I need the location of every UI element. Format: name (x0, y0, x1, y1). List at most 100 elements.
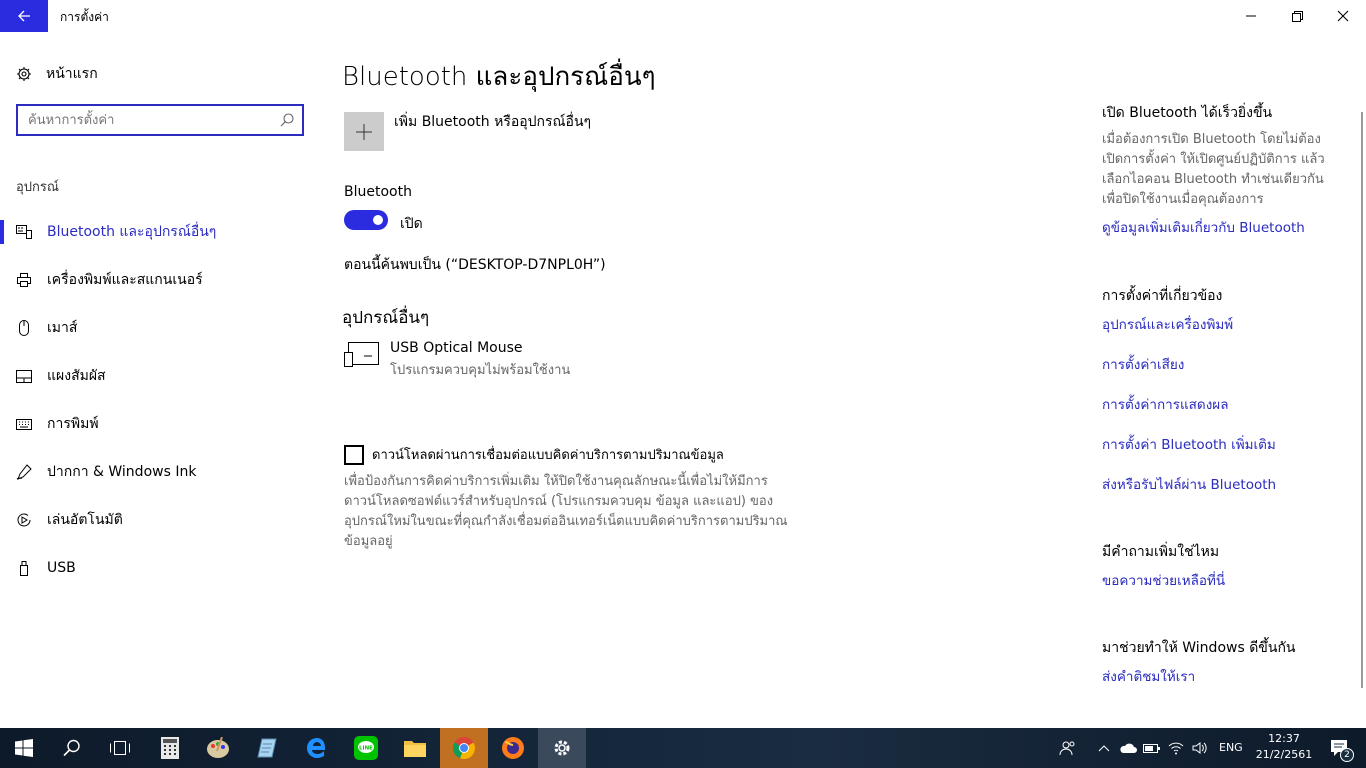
volume-tray[interactable] (1188, 728, 1212, 768)
line-chat-icon: LINE (354, 736, 378, 760)
sidebar-item-label: เล่นอัตโนมัติ (47, 512, 123, 528)
gear-icon (17, 67, 31, 81)
task-view-icon (110, 741, 130, 755)
battery-icon (1143, 744, 1160, 753)
touchpad-icon (16, 368, 32, 384)
task-view-button[interactable] (96, 728, 144, 768)
discoverable-text: ตอนนี้ค้นพบเป็น (“DESKTOP-D7NPL0H”) (344, 257, 606, 273)
start-button[interactable] (0, 728, 48, 768)
edge-browser-icon (307, 738, 325, 758)
back-button[interactable] (0, 0, 48, 32)
sidebar-item-label: แผงสัมผัส (47, 368, 106, 384)
metered-label: ดาวน์โหลดผ่านการเชื่อมต่อแบบคิดค่าบริการ… (372, 448, 724, 463)
sidebar-item-bluetooth[interactable]: Bluetooth และอุปกรณ์อื่นๆ (0, 208, 320, 256)
file-explorer-app[interactable] (391, 728, 439, 768)
quick-bluetooth-heading: เปิด Bluetooth ได้เร็วยิ่งขึ้น (1102, 105, 1273, 121)
language-indicator[interactable]: ENG (1219, 741, 1243, 754)
sidebar-item-autoplay[interactable]: เล่นอัตโนมัติ (0, 496, 320, 544)
wifi-icon (1168, 742, 1184, 755)
chrome-app[interactable] (440, 728, 488, 768)
restore-button[interactable] (1274, 0, 1320, 32)
give-feedback-link[interactable]: ส่งคำติชมให้เรา (1102, 665, 1195, 687)
folder-icon (404, 741, 426, 757)
quick-bluetooth-description: เมื่อต้องการเปิด Bluetooth โดยไม่ต้องเปิ… (1102, 132, 1325, 207)
add-device-label: เพิ่ม Bluetooth หรืออุปกรณ์อื่นๆ (394, 113, 592, 130)
sidebar-item-label: การพิมพ์ (47, 416, 99, 432)
home-link[interactable]: หน้าแรก (16, 62, 98, 86)
people-button[interactable] (1046, 728, 1090, 768)
search-input[interactable] (18, 106, 268, 134)
settings-app[interactable] (538, 728, 586, 768)
bluetooth-label: Bluetooth (344, 184, 412, 200)
plus-icon (344, 112, 384, 151)
speaker-icon (1192, 742, 1207, 754)
learn-more-link[interactable]: ดูข้อมูลเพิ่มเติมเกี่ยวกับ Bluetooth (1102, 216, 1305, 238)
device-status: โปรแกรมควบคุมไม่พร้อมใช้งาน (390, 363, 571, 378)
pen-icon (16, 464, 32, 480)
onedrive-tray[interactable] (1116, 728, 1140, 768)
clock[interactable]: 12:37 21/2/2561 (1254, 731, 1314, 763)
firefox-app[interactable] (489, 728, 537, 768)
bluetooth-toggle[interactable] (344, 210, 388, 230)
search-icon (63, 739, 80, 757)
link-display-settings[interactable]: การตั้งค่าการแสดงผล (1102, 393, 1228, 415)
sidebar-item-mouse[interactable]: เมาส์ (0, 304, 320, 352)
link-more-bluetooth-settings[interactable]: การตั้งค่า Bluetooth เพิ่มเติม (1102, 433, 1276, 455)
toggle-knob (373, 215, 383, 225)
search-box[interactable] (16, 104, 304, 136)
sidebar-item-label: ปากกา & Windows Ink (47, 464, 197, 480)
sidebar-item-touchpad[interactable]: แผงสัมผัส (0, 352, 320, 400)
taskbar: LINE ENG 12:37 21/2/2561 2 (0, 728, 1366, 768)
battery-tray[interactable] (1140, 728, 1164, 768)
add-device-button[interactable]: เพิ่ม Bluetooth หรืออุปกรณ์อื่นๆ (344, 112, 591, 151)
notification-count-badge: 2 (1340, 748, 1354, 762)
autoplay-icon (16, 512, 32, 528)
gear-icon (554, 740, 570, 756)
minimize-button[interactable] (1228, 0, 1274, 32)
printer-icon (16, 272, 32, 288)
network-tray[interactable] (1164, 728, 1188, 768)
sidebar-item-printers[interactable]: เครื่องพิมพ์และสแกนเนอร์ (0, 256, 320, 304)
sidebar-item-label: เมาส์ (47, 320, 78, 336)
metered-description: เพื่อป้องกันการคิดค่าบริการเพิ่มเติม ให้… (344, 474, 788, 549)
settings-window: การตั้งค่า หน้าแรก อุปกรณ์ (0, 0, 1366, 728)
notes-app[interactable] (243, 728, 291, 768)
paint-palette-icon (207, 737, 229, 758)
minimize-icon (1246, 15, 1256, 17)
windows-logo-icon (15, 739, 33, 757)
sidebar-item-pen[interactable]: ปากกา & Windows Ink (0, 448, 320, 496)
search-taskbar-button[interactable] (48, 728, 96, 768)
metered-download-option[interactable]: ดาวน์โหลดผ่านการเชื่อมต่อแบบคิดค่าบริการ… (344, 444, 724, 465)
toggle-state-label: เปิด (400, 216, 423, 232)
link-sound-settings[interactable]: การตั้งค่าเสียง (1102, 353, 1184, 375)
close-button[interactable] (1320, 0, 1366, 32)
usb-icon (16, 560, 32, 576)
search-icon[interactable] (280, 112, 294, 131)
chrome-browser-icon (452, 737, 476, 760)
device-usb-optical-mouse[interactable]: USB Optical Mouse โปรแกรมควบคุมไม่พร้อมใ… (344, 340, 570, 380)
edge-app[interactable] (293, 728, 341, 768)
link-send-receive-files[interactable]: ส่งหรือรับไฟล์ผ่าน Bluetooth (1102, 473, 1276, 495)
svg-text:LINE: LINE (359, 746, 373, 752)
sidebar-item-typing[interactable]: การพิมพ์ (0, 400, 320, 448)
sidebar-item-label: Bluetooth และอุปกรณ์อื่นๆ (47, 224, 217, 240)
link-devices-printers[interactable]: อุปกรณ์และเครื่องพิมพ์ (1102, 313, 1233, 335)
paint-app[interactable] (194, 728, 242, 768)
firefox-browser-icon (502, 737, 524, 759)
sidebar-item-label: USB (47, 560, 76, 576)
line-app[interactable]: LINE (342, 728, 390, 768)
sidebar-item-usb[interactable]: USB (0, 544, 320, 592)
get-help-link[interactable]: ขอความช่วยเหลือที่นี่ (1102, 569, 1225, 591)
notepad-icon (257, 738, 277, 758)
section-label-devices: อุปกรณ์ (16, 180, 59, 195)
action-center-button[interactable]: 2 (1318, 728, 1362, 768)
show-hidden-icons-button[interactable] (1094, 728, 1114, 768)
calculator-app[interactable] (146, 728, 194, 768)
improve-windows-heading: มาช่วยทำให้ Windows ดีขึ้นกัน (1102, 640, 1296, 656)
question-heading: มีคำถามเพิ่มใช่ไหม (1102, 544, 1220, 560)
mouse-icon (16, 320, 32, 336)
page-title: Bluetooth และอุปกรณ์อื่นๆ (342, 62, 656, 92)
scrollbar[interactable] (1361, 112, 1363, 688)
sidebar-item-label: เครื่องพิมพ์และสแกนเนอร์ (47, 272, 203, 288)
metered-checkbox[interactable] (344, 444, 364, 465)
